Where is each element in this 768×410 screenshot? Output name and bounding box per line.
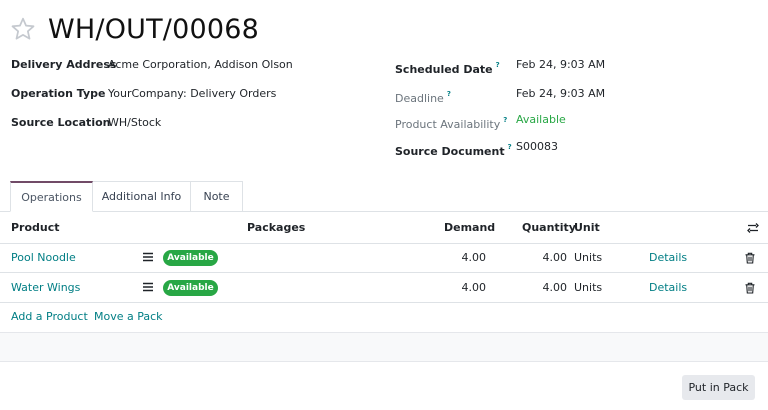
demand-value: 4.00: [461, 251, 487, 264]
operation-type-value[interactable]: YourCompany: Delivery Orders: [108, 86, 276, 102]
col-demand[interactable]: Demand: [444, 221, 495, 235]
tab-operations[interactable]: Operations: [10, 181, 93, 212]
row-divider: [0, 272, 768, 273]
status-badge: Available: [163, 250, 218, 266]
product-availability-help-icon[interactable]: ?: [503, 116, 507, 124]
col-packages[interactable]: Packages: [247, 221, 305, 235]
col-quantity[interactable]: Quantity: [522, 221, 576, 235]
col-unit[interactable]: Unit: [574, 221, 600, 235]
source-document-label-text: Source Document: [395, 145, 505, 158]
source-location-label: Source Location: [11, 116, 111, 129]
deadline-help-icon[interactable]: ?: [447, 90, 451, 98]
scheduled-date-help-icon[interactable]: ?: [496, 61, 500, 69]
delivery-address-value[interactable]: Acme Corporation, Addison Olson: [108, 57, 293, 73]
deadline-label: Deadline?: [395, 86, 451, 105]
page-title: WH/OUT/00068: [48, 13, 259, 45]
col-product[interactable]: Product: [11, 221, 60, 235]
scheduled-date-label-text: Scheduled Date: [395, 63, 493, 76]
operation-type-label: Operation Type: [11, 87, 106, 100]
source-document-help-icon[interactable]: ?: [508, 143, 512, 151]
source-document-label: Source Document?: [395, 139, 512, 158]
list-icon[interactable]: [142, 281, 154, 293]
unit-value: Units: [574, 281, 603, 294]
list-icon[interactable]: [142, 251, 154, 263]
source-location-value[interactable]: WH/Stock: [108, 115, 161, 131]
table-header-divider: [0, 243, 768, 244]
tab-note[interactable]: Note: [191, 181, 243, 212]
table-footer: [0, 332, 768, 362]
delivery-address-label: Delivery Address: [11, 58, 117, 71]
trash-icon[interactable]: [744, 252, 756, 264]
scheduled-date-label: Scheduled Date?: [395, 57, 500, 76]
deadline-label-text: Deadline: [395, 92, 444, 105]
move-pack-link[interactable]: Move a Pack: [94, 310, 163, 324]
product-name[interactable]: Water Wings: [11, 281, 80, 295]
trash-icon[interactable]: [744, 282, 756, 294]
status-badge: Available: [163, 280, 218, 296]
demand-value: 4.00: [461, 281, 487, 294]
source-document-value[interactable]: S00083: [516, 139, 558, 155]
title-row: WH/OUT/00068: [10, 12, 259, 46]
notebook-tabs: Operations Additional Info Note: [0, 181, 768, 212]
tab-additional-info[interactable]: Additional Info: [93, 181, 191, 212]
product-availability-value: Available: [516, 113, 566, 126]
product-availability-label: Product Availability?: [395, 112, 507, 131]
product-availability-label-text: Product Availability: [395, 118, 501, 131]
product-name[interactable]: Pool Noodle: [11, 251, 76, 265]
details-link[interactable]: Details: [649, 281, 687, 295]
row-divider: [0, 302, 768, 303]
settings-toggle-icon[interactable]: [747, 222, 759, 234]
quantity-value[interactable]: 4.00: [507, 251, 568, 265]
scheduled-date-value[interactable]: Feb 24, 9:03 AM: [516, 57, 605, 73]
details-link[interactable]: Details: [649, 251, 687, 265]
put-in-pack-button[interactable]: Put in Pack: [682, 375, 755, 400]
star-icon[interactable]: [10, 16, 36, 42]
unit-value: Units: [574, 251, 603, 264]
deadline-value[interactable]: Feb 24, 9:03 AM: [516, 86, 605, 102]
quantity-value[interactable]: 4.00: [507, 281, 568, 295]
add-product-link[interactable]: Add a Product: [11, 310, 88, 324]
